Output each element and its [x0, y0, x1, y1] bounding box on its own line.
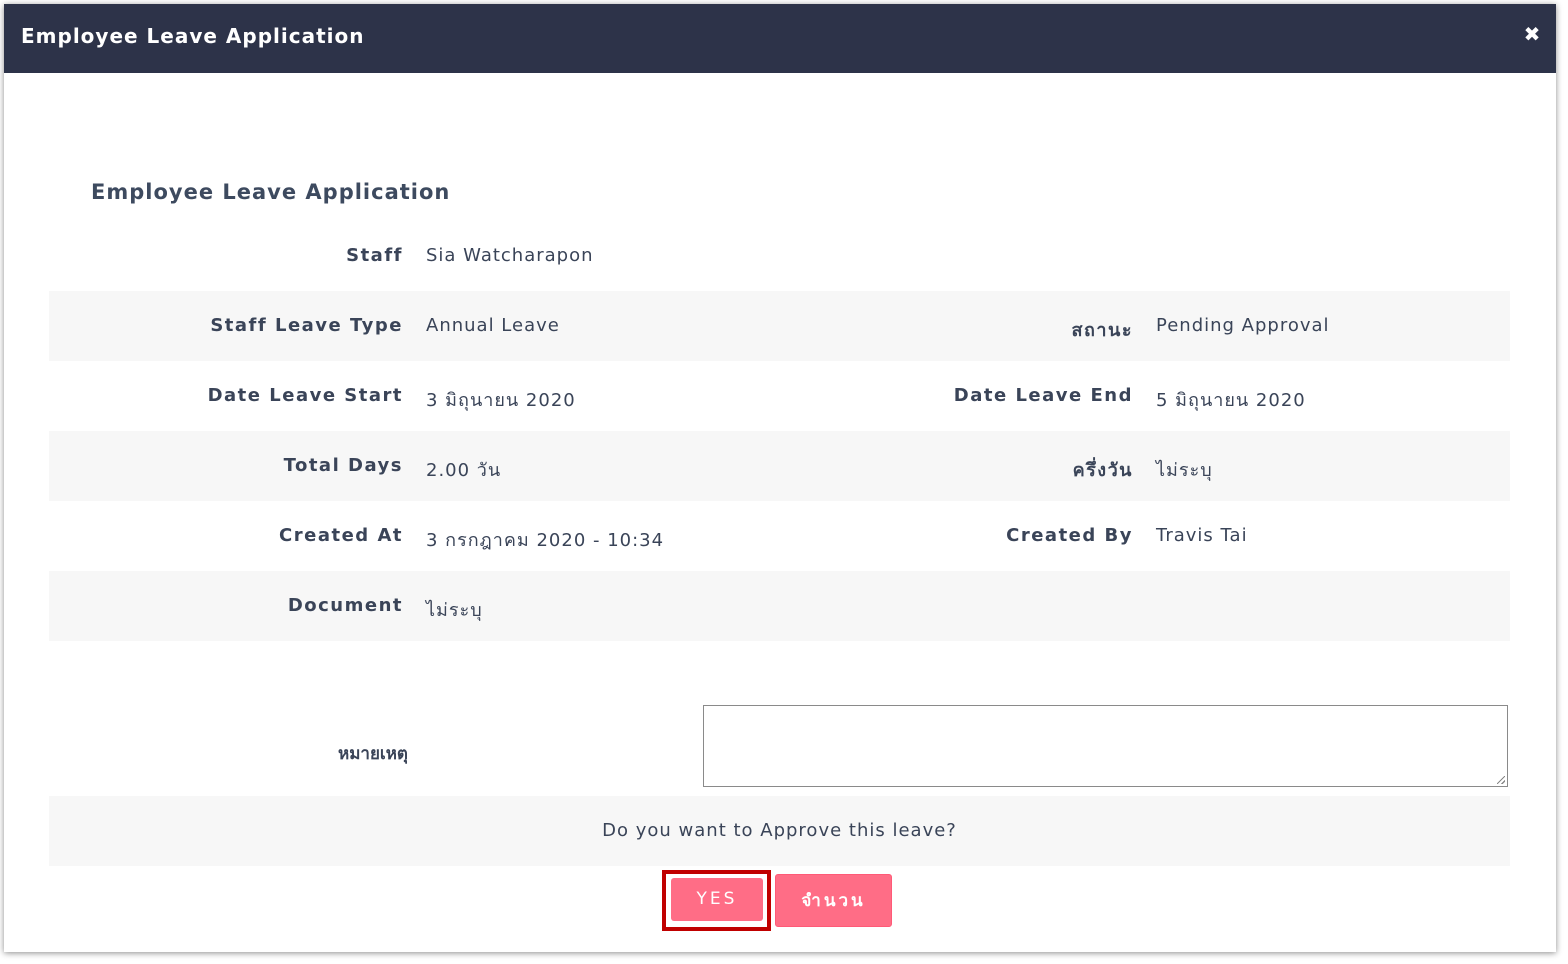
half-day-value: ไม่ระบุ: [1156, 460, 1213, 481]
close-icon[interactable]: ✖: [1520, 22, 1544, 46]
leave-type-label: Staff Leave Type: [210, 315, 403, 336]
confirm-question: Do you want to Approve this leave?: [602, 820, 957, 841]
half-day-label: ครึ่งวัน: [1072, 460, 1133, 481]
resize-grip-icon[interactable]: [1497, 776, 1505, 784]
cancel-button[interactable]: จำนวน: [775, 874, 892, 927]
created-by-label: Created By: [1006, 525, 1133, 546]
status-value: Pending Approval: [1156, 315, 1330, 336]
date-start-label: Date Leave Start: [207, 385, 403, 406]
created-by-value: Travis Tai: [1156, 525, 1248, 546]
leave-application-dialog: Employee Leave Application ✖ Employee Le…: [4, 4, 1556, 952]
staff-value: Sia Watcharapon: [426, 245, 594, 266]
section-title: Employee Leave Application: [91, 180, 451, 204]
document-label: Document: [287, 595, 403, 616]
total-days-value: 2.00 วัน: [426, 460, 502, 481]
created-at-value: 3 กรกฎาคม 2020 - 10:34: [426, 530, 665, 551]
date-start-value: 3 มิถุนายน 2020: [426, 390, 576, 411]
created-at-label: Created At: [279, 525, 403, 546]
dialog-header: Employee Leave Application ✖: [4, 4, 1556, 73]
leave-type-value: Annual Leave: [426, 315, 560, 336]
staff-label: Staff: [346, 245, 403, 266]
yes-button[interactable]: YES: [671, 878, 763, 921]
confirm-row: Do you want to Approve this leave?: [49, 796, 1510, 866]
detail-row-document: Document ไม่ระบุ: [49, 571, 1510, 641]
date-end-value: 5 มิถุนายน 2020: [1156, 390, 1306, 411]
document-value: ไม่ระบุ: [426, 600, 483, 621]
date-end-label: Date Leave End: [953, 385, 1133, 406]
detail-row-staff: Staff Sia Watcharapon: [49, 221, 1510, 291]
dialog-title: Employee Leave Application: [21, 24, 365, 48]
detail-row-created: Created At 3 กรกฎาคม 2020 - 10:34 Create…: [49, 501, 1510, 571]
detail-row-leave-type: Staff Leave Type Annual Leave สถานะ Pend…: [49, 291, 1510, 361]
remark-label: หมายเหตุ: [338, 744, 408, 764]
remark-textarea[interactable]: [703, 705, 1508, 787]
detail-row-days: Total Days 2.00 วัน ครึ่งวัน ไม่ระบุ: [49, 431, 1510, 501]
detail-row-dates: Date Leave Start 3 มิถุนายน 2020 Date Le…: [49, 361, 1510, 431]
status-label: สถานะ: [1071, 320, 1133, 341]
total-days-label: Total Days: [283, 455, 403, 476]
